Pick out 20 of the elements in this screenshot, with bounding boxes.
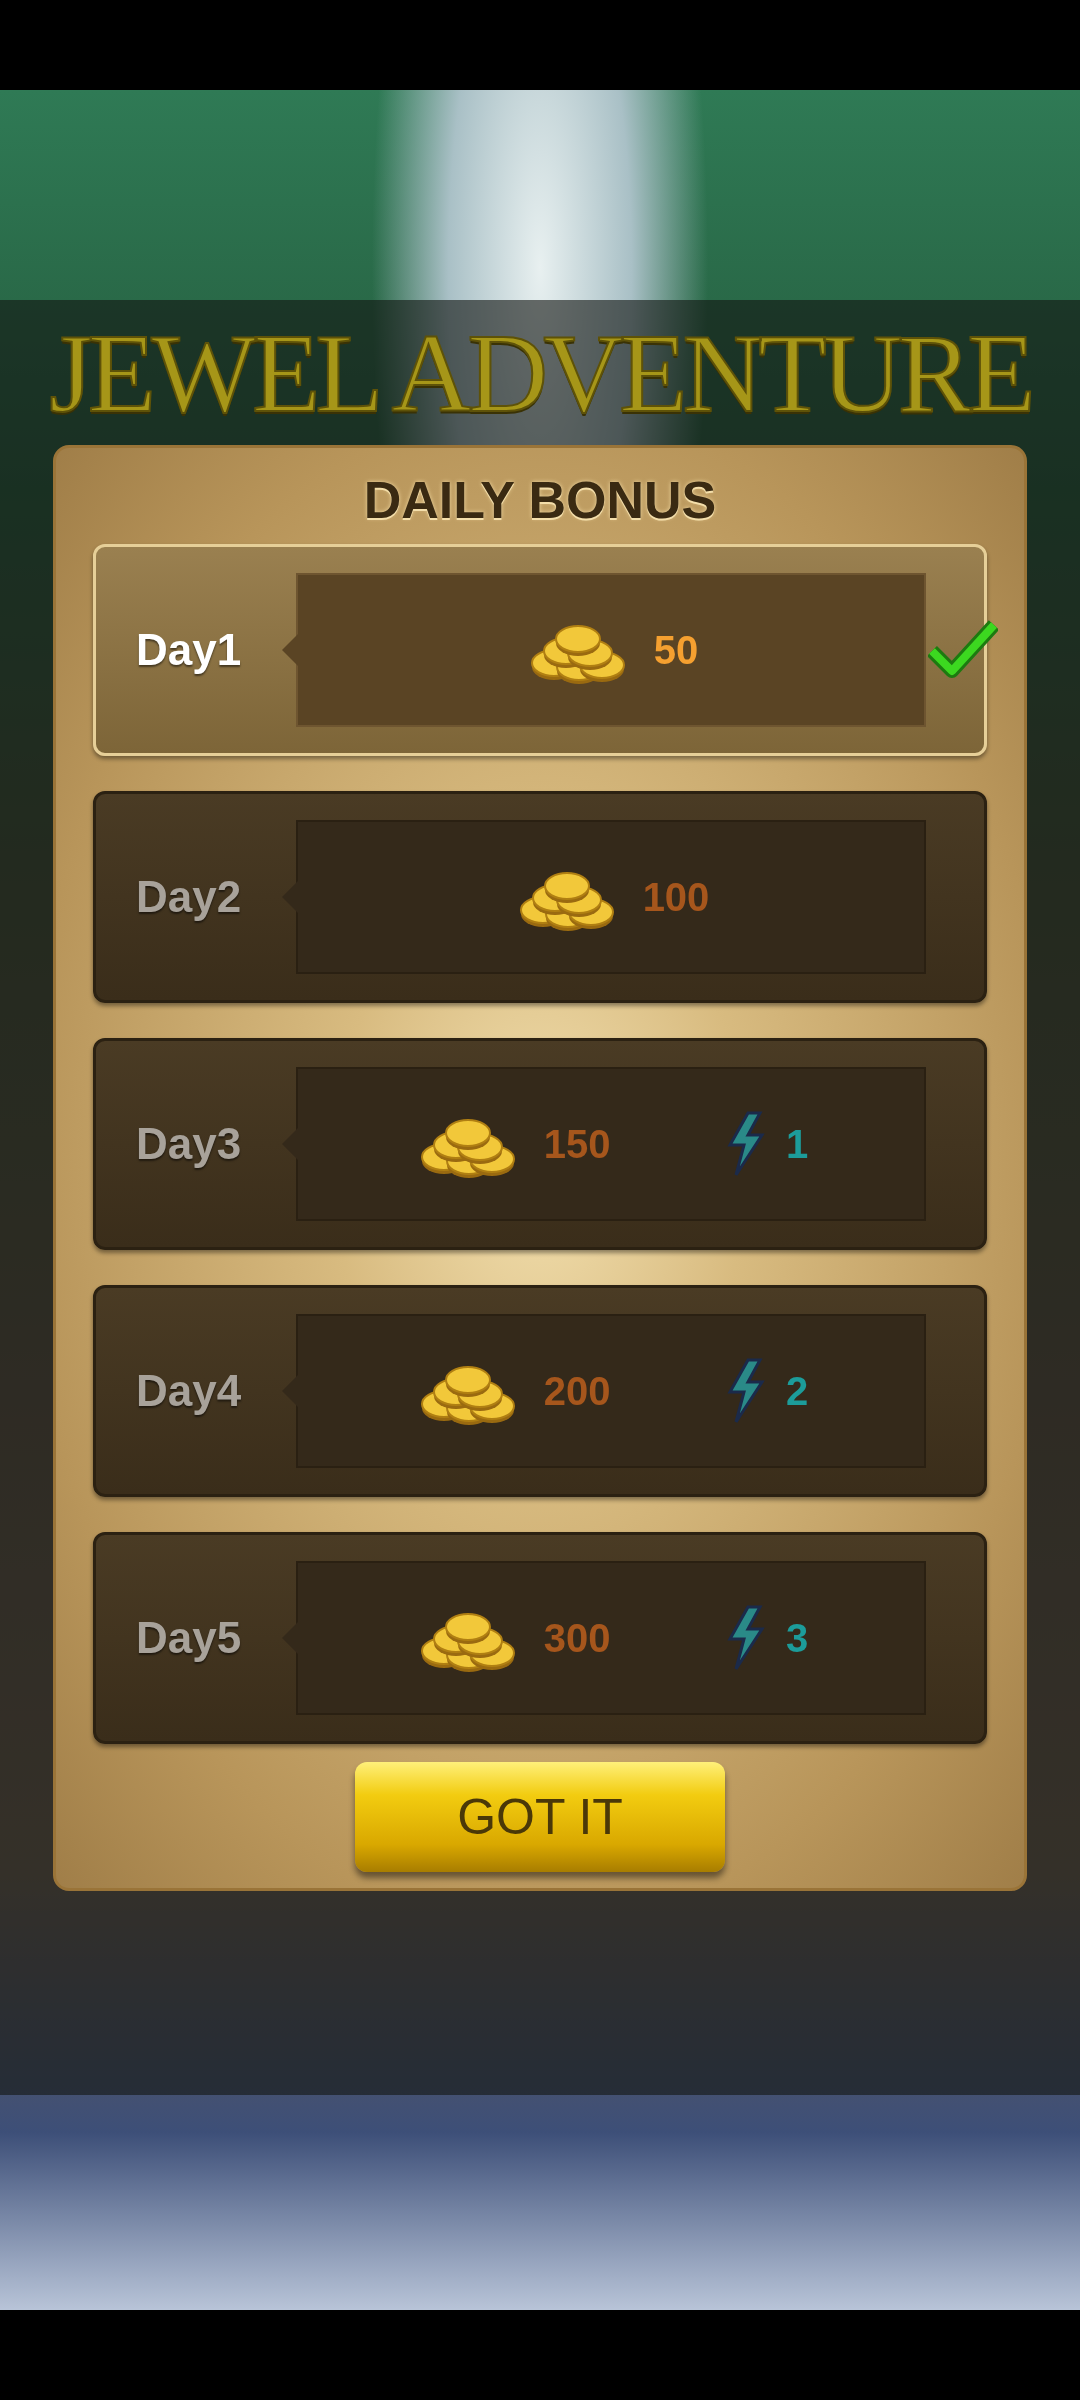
dialog-heading: DAILY BONUS xyxy=(363,470,717,530)
energy-amount: 2 xyxy=(786,1368,809,1414)
day-label: Day3 xyxy=(135,1119,243,1169)
checkmark-icon xyxy=(928,619,998,679)
coin-amount: 100 xyxy=(642,874,710,920)
energy-amount: 1 xyxy=(786,1121,809,1167)
coin-amount: 200 xyxy=(543,1368,611,1414)
got-it-button[interactable]: GOT IT xyxy=(355,1762,725,1872)
game-title: JEWEL ADVENTURE xyxy=(49,310,1031,437)
coin-amount: 300 xyxy=(543,1615,611,1661)
lightning-bolt-icon xyxy=(726,1605,767,1671)
coin-amount: 50 xyxy=(653,627,699,673)
lightning-bolt-icon xyxy=(726,1111,767,1177)
coin-amount: 150 xyxy=(543,1121,611,1167)
lightning-bolt-icon xyxy=(726,1358,767,1424)
energy-amount: 3 xyxy=(786,1615,809,1661)
day-label: Day1 xyxy=(135,625,243,675)
day-label: Day2 xyxy=(135,872,243,922)
day-label: Day4 xyxy=(135,1366,243,1416)
day-label: Day5 xyxy=(135,1613,243,1663)
